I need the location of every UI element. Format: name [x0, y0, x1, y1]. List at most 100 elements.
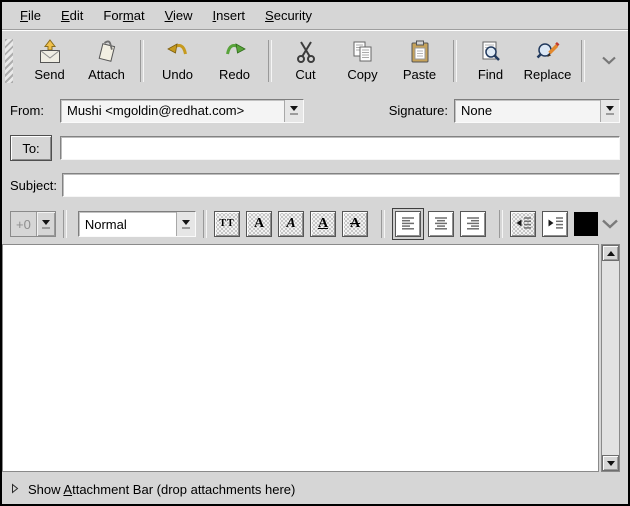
menu-bar: File Edit Format View Insert Security	[2, 2, 628, 30]
vertical-scrollbar[interactable]	[601, 244, 620, 472]
replace-icon	[535, 39, 561, 66]
main-toolbar: Send Attach Undo Redo Cut	[2, 30, 628, 91]
format-overflow-button[interactable]	[600, 215, 620, 234]
strikethrough-button[interactable]: A	[342, 211, 368, 237]
toolbar-drag-handle[interactable]	[5, 39, 13, 83]
chevron-down-icon	[602, 53, 616, 68]
paragraph-style-value: Normal	[79, 212, 176, 236]
align-center-icon	[433, 215, 449, 234]
menu-security[interactable]: Security	[255, 4, 322, 27]
toolbar-overflow-button[interactable]	[598, 49, 620, 72]
message-body[interactable]	[2, 244, 599, 472]
to-input[interactable]	[60, 136, 620, 160]
toolbar-separator	[581, 40, 585, 82]
font-color-swatch[interactable]	[574, 212, 598, 236]
scrollbar-thumb[interactable]	[602, 261, 619, 455]
from-row: From: Mushi <mgoldin@redhat.com> Signatu…	[2, 91, 628, 130]
font-size-value: +0	[11, 212, 36, 236]
chevron-down-icon	[602, 217, 618, 232]
mail-composer-window: File Edit Format View Insert Security Se…	[0, 0, 630, 506]
attach-icon	[94, 39, 120, 66]
toolbar-separator	[453, 40, 457, 82]
from-label: From:	[10, 103, 60, 118]
redo-button[interactable]: Redo	[206, 36, 263, 86]
menu-edit[interactable]: Edit	[51, 4, 93, 27]
typewriter-button[interactable]: TT	[214, 211, 240, 237]
send-icon	[37, 39, 63, 66]
attachment-bar-label: Show Attachment Bar (drop attachments he…	[28, 482, 295, 497]
toolbar-separator	[268, 40, 272, 82]
arrow-up-icon	[607, 251, 615, 256]
attach-button[interactable]: Attach	[78, 36, 135, 86]
from-select-value: Mushi <mgoldin@redhat.com>	[61, 100, 284, 122]
scroll-up-button[interactable]	[602, 245, 619, 261]
undo-button-label: Undo	[162, 68, 193, 82]
font-size-select[interactable]: +0	[10, 211, 56, 237]
replace-button-label: Replace	[524, 68, 572, 82]
copy-button-label: Copy	[347, 68, 377, 82]
from-select[interactable]: Mushi <mgoldin@redhat.com>	[60, 99, 304, 123]
underline-button[interactable]: A	[310, 211, 336, 237]
paragraph-style-select[interactable]: Normal	[78, 211, 196, 237]
toolbar-separator	[140, 40, 144, 82]
italic-icon: A	[286, 217, 295, 231]
attachment-bar-toggle[interactable]: Show Attachment Bar (drop attachments he…	[2, 474, 628, 504]
find-button-label: Find	[478, 68, 503, 82]
signature-select-value: None	[455, 100, 600, 122]
undo-button[interactable]: Undo	[149, 36, 206, 86]
combo-arrow-icon	[36, 212, 55, 236]
format-toolbar: +0 Normal TT A A A A	[2, 204, 628, 244]
indent-icon	[547, 215, 564, 234]
align-left-button[interactable]	[395, 211, 421, 237]
subject-input[interactable]	[62, 173, 620, 197]
menu-format[interactable]: Format	[93, 4, 154, 27]
paste-button-label: Paste	[403, 68, 436, 82]
copy-icon	[350, 39, 376, 66]
cut-icon	[293, 39, 319, 66]
align-left-icon	[400, 215, 416, 234]
message-area	[2, 244, 628, 474]
arrow-down-icon	[607, 461, 615, 466]
replace-button[interactable]: Replace	[519, 36, 576, 86]
align-right-button[interactable]	[460, 211, 486, 237]
unindent-button[interactable]	[510, 211, 536, 237]
strikethrough-icon: A	[350, 217, 360, 231]
expander-triangle-icon	[11, 482, 19, 497]
paste-button[interactable]: Paste	[391, 36, 448, 86]
combo-arrow-icon	[176, 212, 195, 236]
undo-icon	[165, 39, 191, 66]
align-left-selected-frame	[392, 208, 424, 240]
subject-row: Subject:	[2, 166, 628, 204]
signature-label: Signature:	[389, 103, 454, 118]
cut-button-label: Cut	[295, 68, 315, 82]
scroll-down-button[interactable]	[602, 455, 619, 471]
format-separator	[499, 210, 503, 238]
indent-button[interactable]	[542, 211, 568, 237]
menu-view[interactable]: View	[155, 4, 203, 27]
find-button[interactable]: Find	[462, 36, 519, 86]
to-row: To:	[2, 130, 628, 166]
attach-button-label: Attach	[88, 68, 125, 82]
cut-button[interactable]: Cut	[277, 36, 334, 86]
align-right-icon	[465, 215, 481, 234]
menu-file[interactable]: File	[10, 4, 51, 27]
redo-button-label: Redo	[219, 68, 250, 82]
send-button-label: Send	[34, 68, 64, 82]
combo-arrow-icon	[600, 100, 619, 122]
menu-insert[interactable]: Insert	[203, 4, 256, 27]
copy-button[interactable]: Copy	[334, 36, 391, 86]
bold-button[interactable]: A	[246, 211, 272, 237]
subject-label: Subject:	[10, 178, 62, 193]
underline-icon: A	[318, 217, 328, 231]
signature-select[interactable]: None	[454, 99, 620, 123]
typewriter-icon: TT	[219, 219, 234, 229]
align-center-button[interactable]	[428, 211, 454, 237]
send-button[interactable]: Send	[21, 36, 78, 86]
to-button[interactable]: To:	[10, 135, 52, 161]
unindent-icon	[515, 215, 532, 234]
paste-icon	[407, 39, 433, 66]
italic-button[interactable]: A	[278, 211, 304, 237]
format-separator	[381, 210, 385, 238]
redo-icon	[222, 39, 248, 66]
format-separator	[63, 210, 67, 238]
